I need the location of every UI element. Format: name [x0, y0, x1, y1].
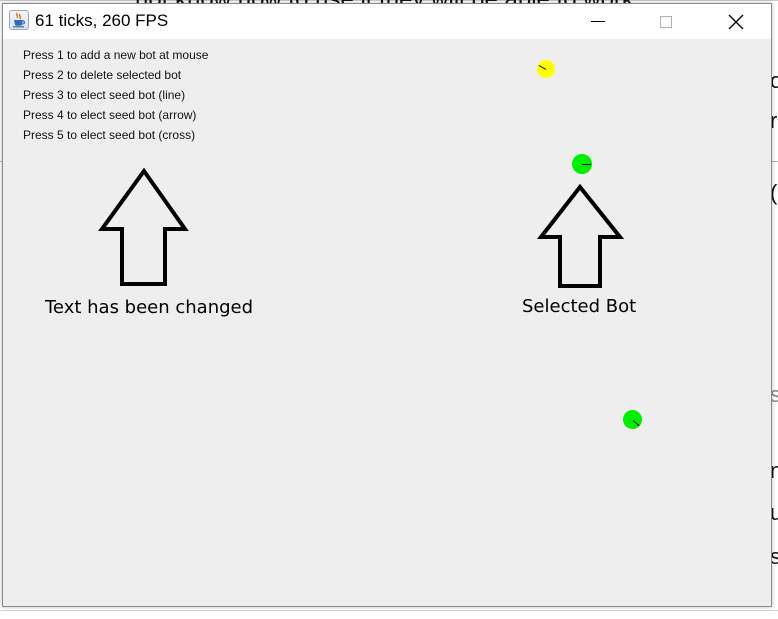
up-arrow-icon	[98, 167, 189, 286]
close-button[interactable]	[713, 4, 759, 39]
annotation-layer	[98, 167, 625, 288]
background-rule	[0, 610, 778, 611]
minimize-icon	[591, 21, 605, 22]
maximize-button[interactable]	[643, 4, 689, 39]
app-window[interactable]: 61 ticks, 260 FPS Press 1 to add a new b…	[2, 3, 772, 607]
window-title: 61 ticks, 260 FPS	[35, 11, 169, 30]
screen: not know how to use it they will be able…	[0, 0, 778, 619]
title-bar[interactable]: 61 ticks, 260 FPS	[3, 4, 771, 39]
minimize-button[interactable]	[575, 4, 621, 39]
close-icon	[728, 14, 744, 29]
annotation-text-changed: Text has been changed	[45, 297, 254, 318]
annotation-selected-bot: Selected Bot	[522, 296, 637, 317]
maximize-icon	[660, 15, 672, 28]
java-coffee-cup-icon[interactable]	[9, 10, 29, 30]
simulation-canvas[interactable]: Press 1 to add a new bot at mouse Press …	[3, 39, 771, 606]
up-arrow-icon	[536, 183, 625, 288]
